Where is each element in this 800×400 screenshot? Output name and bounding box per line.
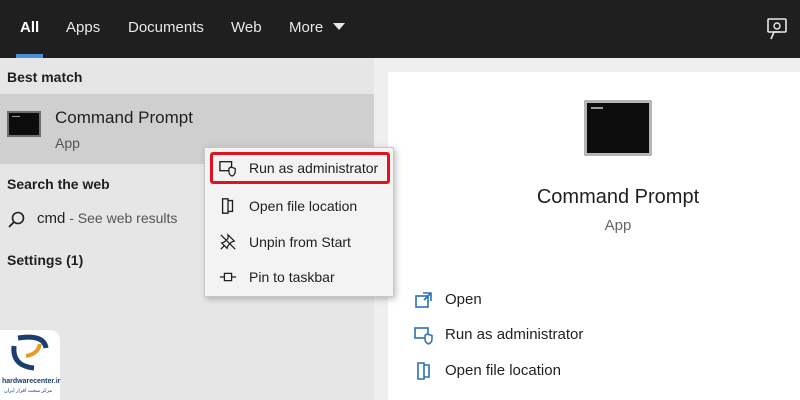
command-prompt-large-icon bbox=[584, 100, 652, 156]
pin-icon bbox=[219, 272, 237, 282]
tab-documents[interactable]: Documents bbox=[128, 0, 204, 58]
logo-mark-icon bbox=[11, 334, 49, 371]
shield-icon bbox=[219, 161, 236, 177]
command-prompt-icon bbox=[7, 111, 41, 137]
shield-icon bbox=[414, 327, 433, 345]
context-menu: Run as administrator Open file location … bbox=[204, 147, 394, 297]
action-open-file-location-label: Open file location bbox=[445, 362, 561, 379]
action-run-as-administrator-label: Run as administrator bbox=[445, 326, 584, 343]
file-location-icon bbox=[417, 362, 430, 380]
tab-web-label: Web bbox=[231, 19, 262, 36]
menu-item-label: Open file location bbox=[249, 198, 358, 214]
best-match-heading: Best match bbox=[7, 69, 83, 85]
menu-item-open-file-location[interactable]: Open file location bbox=[205, 190, 393, 222]
menu-item-label: Pin to taskbar bbox=[249, 269, 335, 285]
menu-item-pin-to-taskbar[interactable]: Pin to taskbar bbox=[205, 261, 393, 293]
app-details-panel: Command Prompt App Open Run as administr… bbox=[388, 72, 800, 400]
tab-more-label: More bbox=[289, 19, 324, 36]
logo-name: hardwarecenter.ir bbox=[2, 378, 61, 385]
menu-item-run-as-administrator[interactable]: Run as administrator bbox=[210, 152, 390, 184]
settings-heading[interactable]: Settings (1) bbox=[7, 252, 83, 268]
best-match-title: Command Prompt bbox=[55, 108, 193, 127]
unpin-icon bbox=[220, 233, 236, 250]
site-logo: hardwarecenter.ir مرکز سخت افزار ایران bbox=[0, 330, 60, 400]
best-match-subtitle: App bbox=[55, 135, 80, 151]
logo-tagline: مرکز سخت افزار ایران bbox=[4, 388, 53, 394]
web-query-text: cmd bbox=[37, 210, 66, 227]
tab-more[interactable]: More bbox=[289, 0, 346, 58]
open-icon bbox=[415, 292, 432, 308]
tab-web[interactable]: Web bbox=[231, 0, 262, 58]
app-subtitle: App bbox=[604, 217, 632, 234]
search-filter-bar: All Apps Documents Web More bbox=[0, 0, 800, 58]
menu-item-label: Unpin from Start bbox=[249, 234, 351, 250]
tab-all[interactable]: All bbox=[16, 0, 44, 58]
app-title: Command Prompt bbox=[536, 186, 700, 208]
menu-item-label: Run as administrator bbox=[249, 160, 379, 176]
chevron-down-icon bbox=[333, 22, 346, 30]
web-hint-text: - See web results bbox=[65, 210, 178, 226]
tab-all-label: All bbox=[20, 19, 40, 36]
tab-apps[interactable]: Apps bbox=[66, 0, 100, 58]
search-web-heading: Search the web bbox=[7, 176, 110, 192]
search-icon bbox=[8, 211, 25, 228]
tab-apps-label: Apps bbox=[66, 19, 101, 36]
feedback-icon[interactable] bbox=[764, 16, 790, 42]
file-location-icon bbox=[221, 198, 234, 214]
tab-documents-label: Documents bbox=[128, 19, 204, 36]
action-open-label: Open bbox=[445, 291, 482, 308]
menu-item-unpin-from-start[interactable]: Unpin from Start bbox=[205, 226, 393, 258]
